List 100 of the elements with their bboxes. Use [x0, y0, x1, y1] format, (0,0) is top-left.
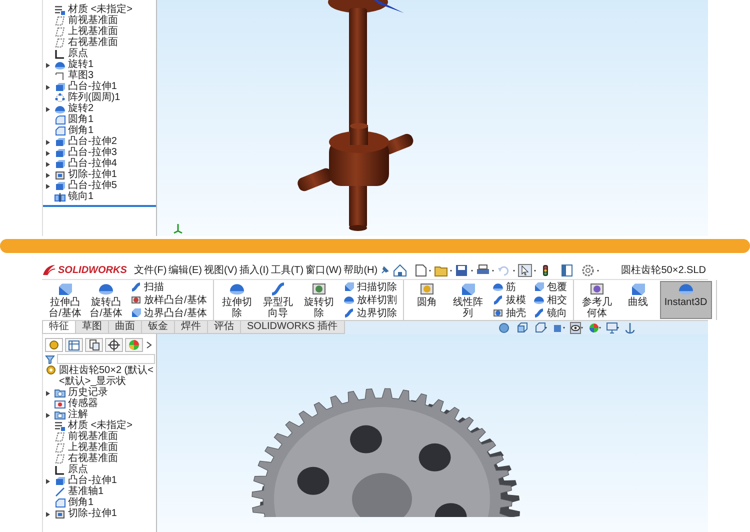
feature-tree-item[interactable]: 镜向1 [68, 191, 94, 202]
part-name[interactable]: 圆柱齿轮50×2 (默认<<默认>_显示状 [59, 365, 155, 387]
ribbon-button[interactable]: 扫描切除 [340, 281, 399, 293]
ribbon-button[interactable]: 筋 [490, 281, 528, 293]
menu-item[interactable]: 窗口(W) [306, 263, 342, 277]
ribbon-button[interactable]: 边界切除 [340, 307, 399, 319]
feature-tree-item[interactable]: 凸台-拉伸2 [68, 136, 117, 147]
ribbon-button[interactable]: 异型孔向导 [258, 281, 297, 319]
plane-icon [54, 16, 66, 26]
feature-tree-item[interactable]: 凸台-拉伸3 [68, 147, 117, 158]
feature-tree-item[interactable]: 注解 [68, 409, 88, 420]
ribbon-button[interactable]: 旋转凸台/基体 [87, 281, 125, 319]
save-icon[interactable] [454, 264, 474, 276]
cube-icon[interactable] [516, 322, 530, 334]
feature-tree-item[interactable]: 上视基准面 [68, 442, 118, 453]
feature-tree-item[interactable]: 右视基准面 [68, 37, 118, 48]
revolve-icon [54, 60, 66, 70]
feature-tree-item[interactable]: 凸台-拉伸1 [68, 475, 117, 486]
feature-tree-item[interactable]: 倒角1 [68, 125, 94, 136]
monitor-icon[interactable] [606, 322, 620, 334]
command-tab[interactable]: SOLIDWORKS 插件 [240, 321, 345, 334]
filter-icon[interactable] [45, 354, 55, 364]
menu-item[interactable]: 编辑(E) [168, 263, 202, 277]
new-document-icon[interactable] [412, 264, 432, 276]
feature-tree-item[interactable]: 凸台-拉伸4 [68, 158, 117, 169]
ribbon-button[interactable]: 边界凸台/基体 [128, 307, 209, 319]
eye-icon[interactable] [570, 322, 584, 334]
globe-icon[interactable] [498, 322, 512, 334]
ribbon-button[interactable]: Instant3D [660, 281, 712, 319]
ribbon-button[interactable]: 圆角 [408, 281, 446, 319]
menu-item[interactable]: 文件(F) [134, 263, 167, 277]
ribbon-button[interactable]: 相交 [530, 294, 569, 306]
feature-tree-item[interactable]: 前视基准面 [68, 431, 118, 442]
ribbon-button[interactable]: 拉伸凸台/基体 [46, 281, 84, 319]
feature-tree-item[interactable]: 原点 [68, 464, 88, 475]
origin-icon [54, 464, 66, 474]
feature-tree-item[interactable]: 倒角1 [68, 497, 94, 508]
feature-tree-item[interactable]: 凸台-拉伸5 [68, 180, 117, 191]
ribbon-button[interactable]: 拉伸切除 [218, 281, 256, 319]
ribbon-button[interactable]: 抽壳 [490, 307, 528, 319]
history-folder-icon [54, 388, 66, 398]
ribbon-button[interactable]: 拔模 [490, 294, 528, 306]
feature-tree-item[interactable]: 材质 <未指定> [68, 4, 132, 15]
axis-icon [54, 486, 66, 496]
pin-icon[interactable] [380, 265, 390, 275]
plane-icon [54, 38, 66, 48]
command-tab[interactable]: 特征 [42, 321, 76, 334]
crosshair-icon[interactable] [107, 339, 121, 351]
extrude-icon [54, 158, 66, 168]
ribbon-button[interactable]: 扫描 [128, 281, 209, 293]
annotation-folder-icon [54, 410, 66, 420]
ribbon-button[interactable]: 参考几何体 [578, 281, 616, 319]
color-sphere-icon[interactable] [588, 322, 602, 334]
property-table-icon[interactable] [67, 339, 81, 351]
feature-tree-item[interactable]: 旋转2 [68, 103, 94, 114]
cube-icon[interactable] [534, 322, 548, 334]
feature-tree-item[interactable]: 传感器 [68, 398, 98, 409]
feature-tree-item[interactable]: 切除-拉伸1 [68, 169, 117, 180]
ds-logo-icon [42, 264, 56, 276]
revolve-icon [54, 104, 66, 114]
ribbon-button[interactable]: 放样切割 [340, 294, 399, 306]
menu-item[interactable]: 视图(V) [204, 263, 238, 277]
ribbon-button[interactable]: 旋转切除 [300, 281, 338, 319]
part-tree-icon[interactable] [47, 339, 61, 351]
ribbon-button[interactable]: 曲线 [618, 281, 657, 319]
feature-tree-item[interactable]: 阵列(圆周)1 [68, 92, 120, 103]
command-tab[interactable]: 钣金 [141, 321, 175, 334]
feature-tree-item[interactable]: 材质 <未指定> [68, 420, 132, 431]
chevron-right-icon[interactable] [145, 339, 153, 351]
command-tab[interactable]: 草图 [75, 321, 109, 334]
select-arrow-icon[interactable] [518, 264, 537, 276]
feature-tree-item[interactable]: 上视基准面 [68, 26, 118, 37]
feature-tree-item[interactable]: 草图3 [68, 70, 94, 81]
printer-icon[interactable] [476, 264, 495, 276]
ribbon-button[interactable]: 包覆 [530, 281, 569, 293]
feature-tree-item[interactable]: 前视基准面 [68, 15, 118, 26]
feature-tree-item[interactable]: 旋转1 [68, 59, 94, 70]
menu-item[interactable]: 工具(T) [270, 263, 304, 277]
feature-tree-item[interactable]: 基准轴1 [68, 486, 104, 497]
feature-tree-item[interactable]: 圆角1 [68, 114, 94, 125]
settings-icon[interactable] [580, 264, 600, 276]
color-wheel-icon[interactable] [127, 339, 141, 351]
ribbon-button[interactable]: 放样凸台/基体 [128, 294, 209, 306]
open-folder-icon[interactable] [434, 264, 453, 276]
feature-tree-item[interactable]: 右视基准面 [68, 453, 118, 464]
feature-tree-item[interactable]: 原点 [68, 48, 88, 59]
feature-tree-item[interactable]: 凸台-拉伸1 [68, 81, 117, 92]
feature-tree-item[interactable]: 历史记录 [68, 387, 108, 398]
command-tab[interactable]: 曲面 [108, 321, 142, 334]
ribbon-button[interactable]: 线性阵列 [448, 281, 487, 319]
command-tab[interactable]: 焊件 [174, 321, 208, 334]
configuration-icon[interactable] [87, 339, 101, 351]
filter-field[interactable] [57, 354, 155, 364]
plane-icon [54, 26, 66, 36]
menu-item[interactable]: 帮助(H) [344, 263, 378, 277]
chamfer-icon [54, 498, 66, 508]
command-tab[interactable]: 评估 [207, 321, 241, 334]
ribbon-button[interactable]: 镜向 [530, 307, 569, 319]
feature-tree-item[interactable]: 切除-拉伸1 [68, 508, 117, 519]
menu-item[interactable]: 插入(I) [239, 263, 269, 277]
